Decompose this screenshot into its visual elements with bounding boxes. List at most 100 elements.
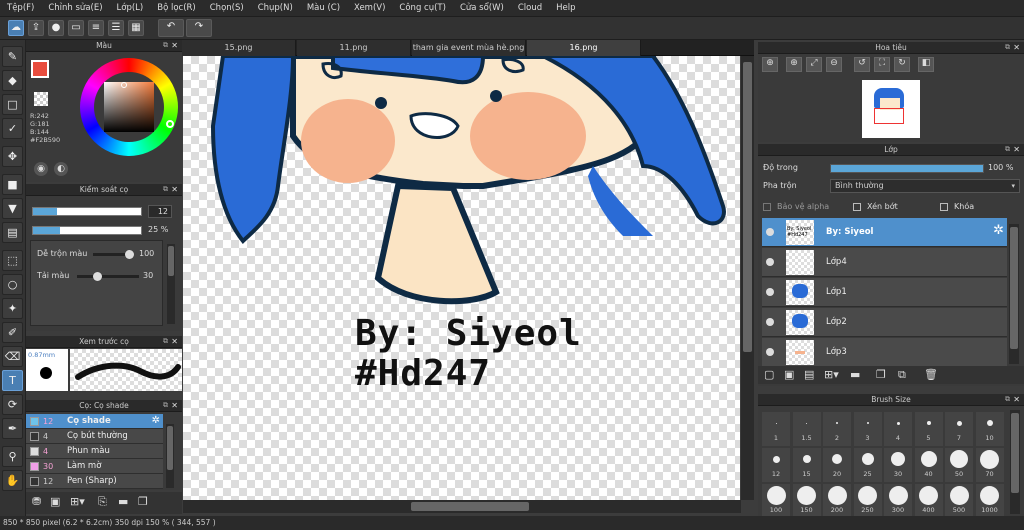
flip-icon[interactable]: ◧ [918,57,934,72]
zoom-reset-icon[interactable]: ⊖ [826,57,842,72]
fit-icon[interactable]: ⤢ [806,57,822,72]
redo-icon[interactable]: ↷ [186,19,212,37]
menu-window[interactable]: Cửa sổ(W) [453,3,511,13]
blend-slider[interactable] [93,250,134,259]
export-icon[interactable]: ⇪ [28,20,44,36]
hue-marker[interactable] [166,120,174,128]
float-icon[interactable]: ⧉ [1005,144,1010,155]
tab-11[interactable]: 11.png [297,40,411,56]
brush-item[interactable]: 12 Pen (Sharp) [26,474,163,489]
brush-list-scrollbar[interactable] [166,424,174,488]
menu-edit[interactable]: Chỉnh sửa(E) [41,3,109,13]
brush-opacity-slider[interactable] [32,226,142,235]
folder-icon[interactable]: ▬ [850,368,860,381]
pen-tool-icon[interactable]: ✒ [2,418,23,439]
lasso-select-icon[interactable]: ⟳ [2,394,23,415]
tab-event[interactable]: tham gia event mùa hè.png [412,40,526,56]
lock-toggle[interactable]: Khóa [940,202,974,211]
layer-row[interactable]: Lớp1 [762,278,1007,307]
eyedropper-icon[interactable]: ⚲ [2,446,23,467]
brush-item[interactable]: 4 Cọ bút thường [26,429,163,444]
close-icon[interactable]: ✕ [171,40,178,51]
brush-tool-icon[interactable]: ✎ [2,46,23,67]
drawing-canvas[interactable]: By: Siyeol #Hd247 [183,56,740,500]
foreground-color-swatch[interactable] [31,60,49,78]
brush-size-option[interactable]: 70 [975,448,1004,482]
brush-size-option[interactable]: 100 [762,484,790,518]
float-icon[interactable]: ⧉ [163,400,168,411]
brush-size-option[interactable]: 50 [945,448,973,482]
clipping-toggle[interactable]: Xén bớt [853,202,898,211]
brush-control-scrollbar[interactable] [167,244,175,324]
gear-icon[interactable]: ✲ [152,415,160,426]
undo-icon[interactable]: ↶ [158,19,184,37]
brush-size-option[interactable]: 1.5 [792,412,821,446]
add-brush-icon[interactable]: ⊞▾ [70,495,85,508]
amount-slider[interactable] [77,272,139,281]
brush-size-option[interactable]: 15 [792,448,821,482]
brush-size-option[interactable]: 200 [823,484,851,518]
float-icon[interactable]: ⧉ [1005,394,1010,405]
cloud-icon[interactable]: ☁ [8,20,24,36]
brush-size-option[interactable]: 250 [853,484,882,518]
brush-size-option[interactable]: 500 [945,484,973,518]
visibility-icon[interactable] [766,318,774,326]
protect-alpha-checkbox[interactable] [763,202,771,211]
brush-size-option[interactable]: 12 [762,448,790,482]
float-icon[interactable]: ⧉ [163,40,168,51]
bucket-fill-icon[interactable]: ▼ [2,198,23,219]
canvas-horizontal-scrollbar[interactable] [183,500,741,513]
menu-select[interactable]: Chọn(S) [203,3,251,13]
visibility-icon[interactable] [766,348,774,356]
zoom-in-icon[interactable]: ⊕ [762,57,778,72]
brush-size-option[interactable]: 300 [884,484,912,518]
menu-tools[interactable]: Công cụ(T) [392,3,453,13]
grid-icon[interactable]: ▦ [128,20,144,36]
brush-size-option[interactable]: 25 [853,448,882,482]
close-icon[interactable]: ✕ [1013,144,1020,155]
select-rect-icon[interactable]: ⬚ [2,250,23,271]
brush-size-option[interactable]: 7 [945,412,973,446]
menu-color[interactable]: Màu (C) [300,3,347,13]
hue-ring[interactable] [80,58,178,156]
close-icon[interactable]: ✕ [171,336,178,347]
layer-row[interactable]: By: Siyeol #Hd247 By: Siyeol ✲ [762,218,1007,247]
brush-size-slider[interactable] [32,207,142,216]
close-icon[interactable]: ✕ [171,400,178,411]
eraser-tool-icon[interactable]: ◆ [2,70,23,91]
gradient-icon[interactable]: ▤ [2,222,23,243]
layers-scrollbar[interactable] [1009,224,1019,364]
brush-size-option[interactable]: 4 [884,412,912,446]
brush-item[interactable]: 30 Làm mờ [26,459,163,474]
menu-layer[interactable]: Lớp(L) [110,3,151,13]
copy-brush-icon[interactable]: ⎘ [98,495,107,509]
close-icon[interactable]: ✕ [1013,394,1020,405]
brush-size-option[interactable]: 1 [762,412,790,446]
new-layer-icon[interactable]: ▢ [764,368,774,381]
layer-row[interactable]: Lớp4 [762,248,1007,277]
brush-item[interactable]: 12 Cọ shade ✲ [26,414,163,429]
canvas-vertical-scrollbar[interactable] [741,56,754,500]
navigator-thumbnail[interactable] [862,80,920,138]
float-icon[interactable]: ⧉ [163,184,168,195]
add-layer-menu-icon[interactable]: ⊞▾ [824,368,839,381]
layer-opacity-slider[interactable] [830,164,984,173]
layer-row[interactable]: Lớp3 [762,338,1007,367]
text-tool-icon[interactable]: T [2,370,23,391]
duplicate-icon[interactable]: ❐ [138,495,148,508]
rotate-right-icon[interactable]: ↻ [894,57,910,72]
document-icon[interactable]: ≡ [88,20,104,36]
brush-pack-icon[interactable]: ⛃ [32,495,41,508]
visibility-icon[interactable] [766,228,774,236]
visibility-icon[interactable] [766,258,774,266]
color-mix-icon[interactable]: ◐ [54,162,68,176]
brush-size-option[interactable]: 30 [884,448,912,482]
comment-icon[interactable]: ▭ [68,20,84,36]
brush-size-option[interactable]: 2 [823,412,851,446]
color-picker-marker[interactable] [121,82,127,88]
brush-size-value[interactable]: 12 [148,205,172,218]
menu-file[interactable]: Tệp(F) [0,3,41,13]
float-icon[interactable]: ⧉ [163,336,168,347]
brush-size-option[interactable]: 3 [853,412,882,446]
duplicate-layer-icon[interactable]: ❐ [876,368,886,381]
